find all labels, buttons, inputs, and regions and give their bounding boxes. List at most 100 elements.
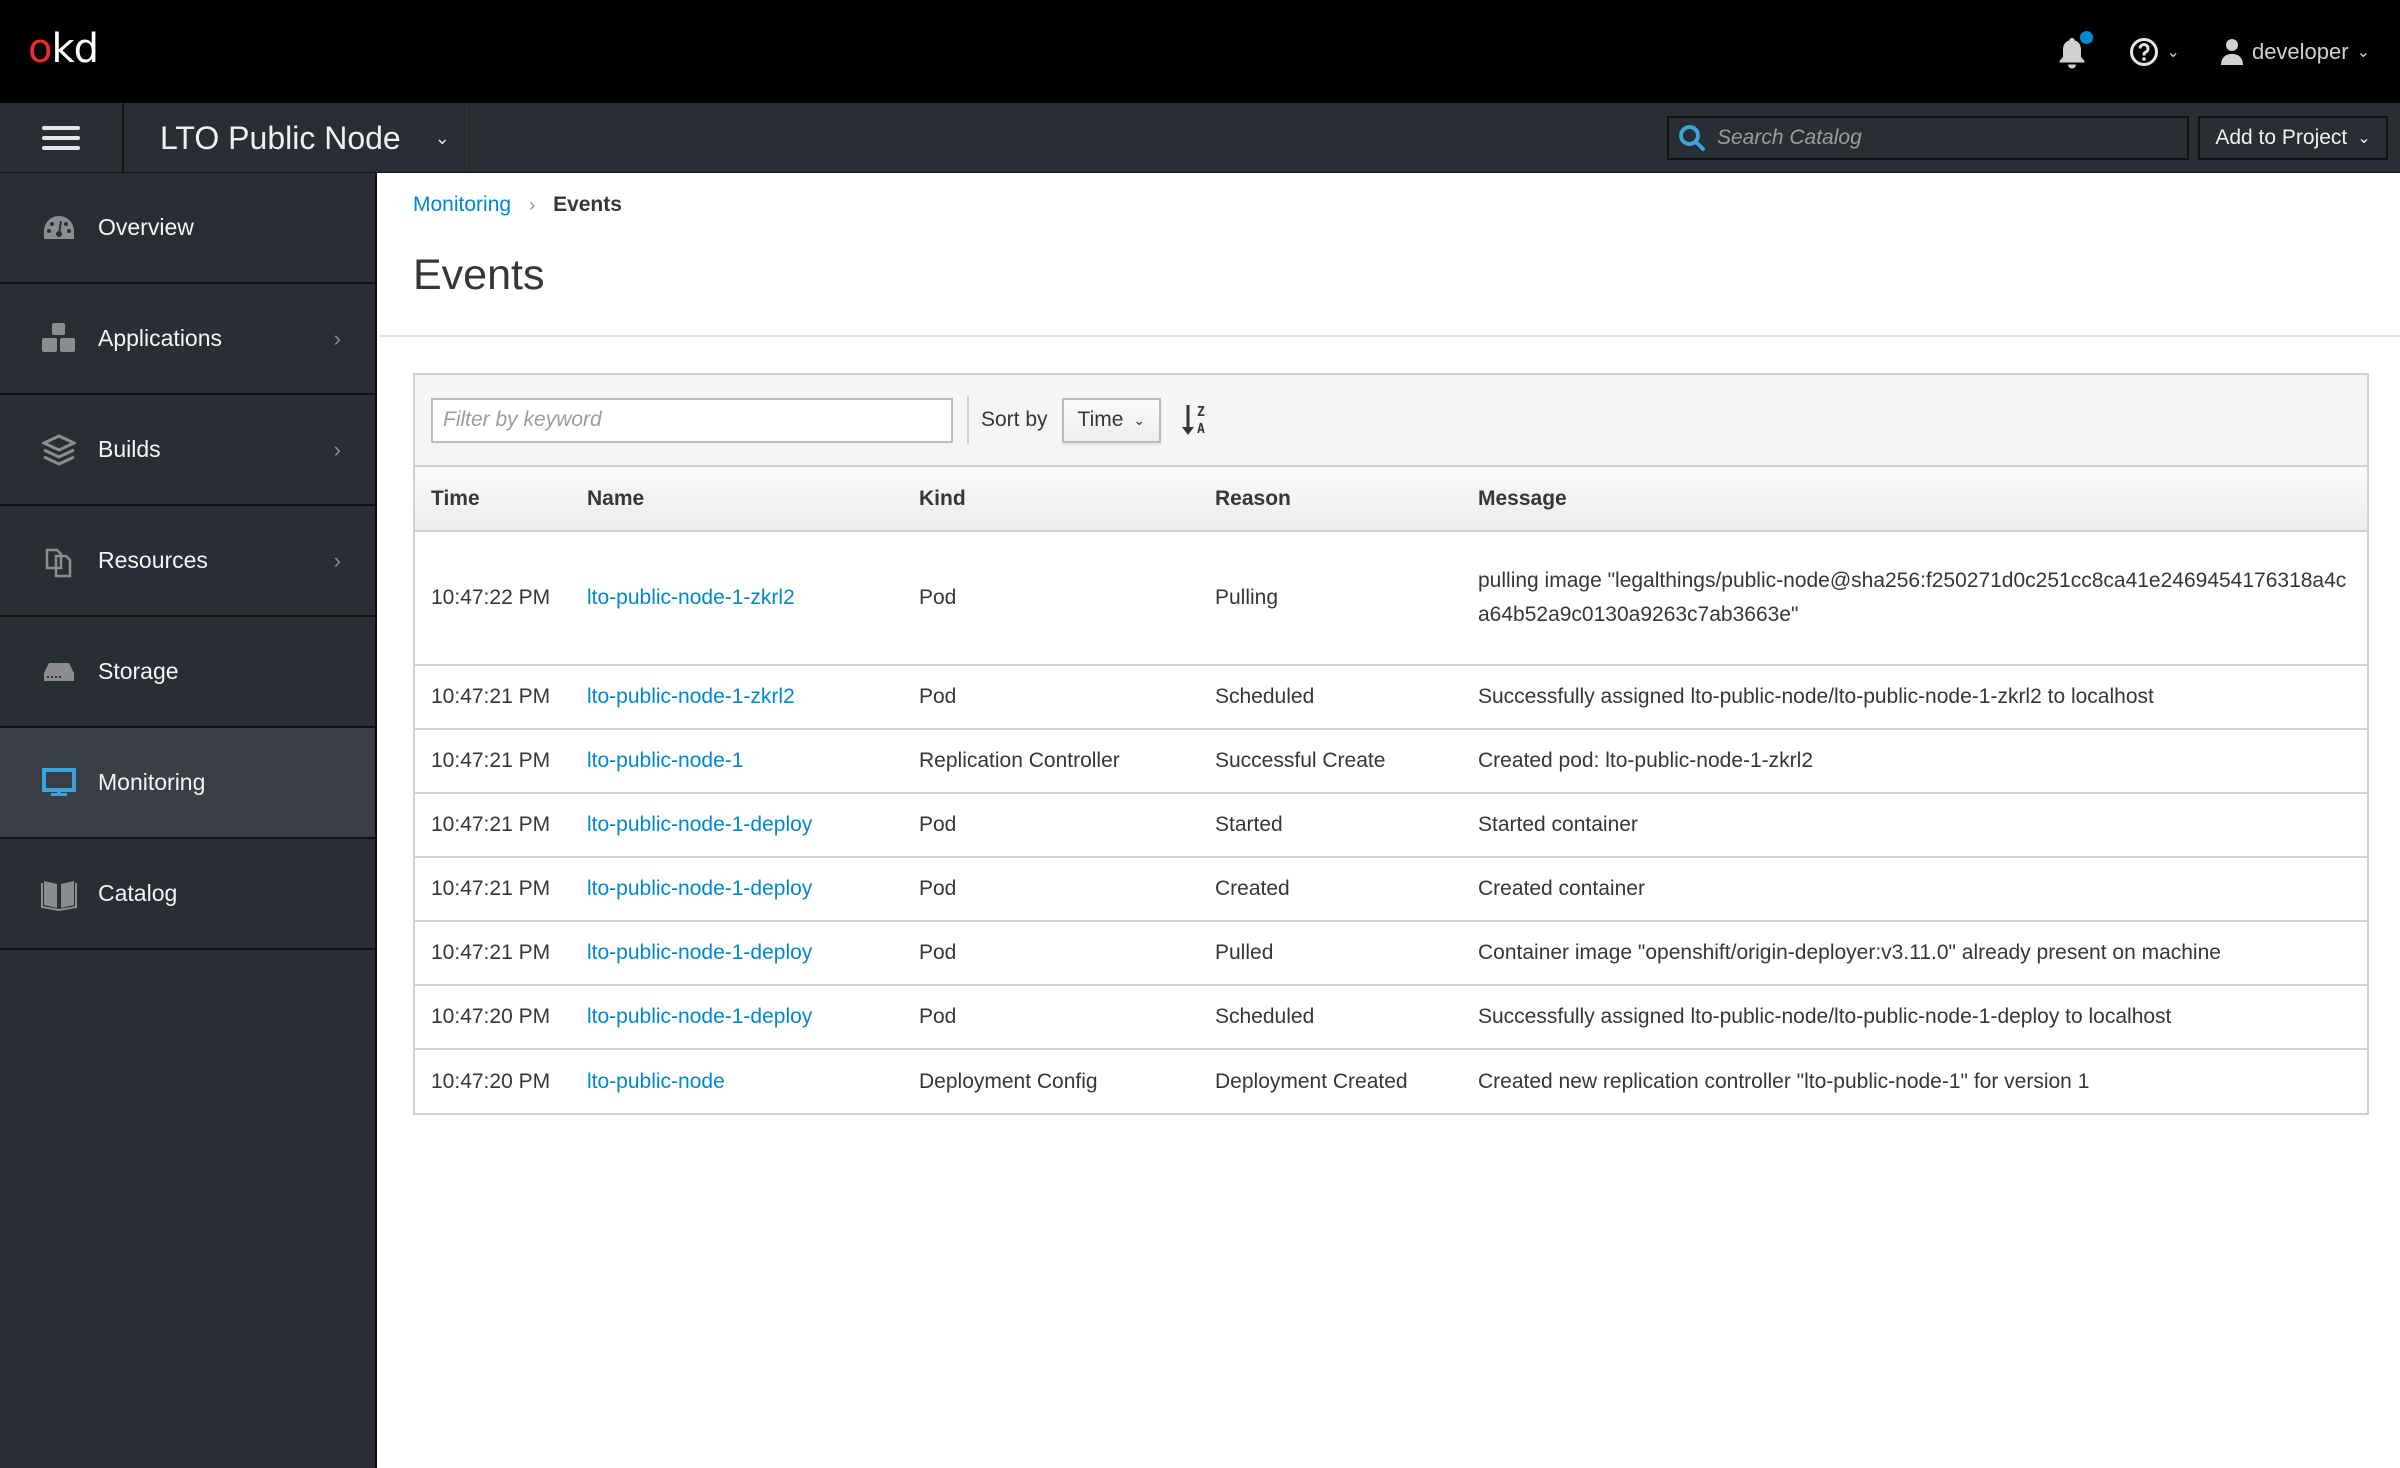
add-to-project-button[interactable]: Add to Project ⌄ xyxy=(2198,116,2388,160)
events-table: Time Name Kind Reason Message 10:47:22 P… xyxy=(415,467,2367,1113)
masthead: okd ⌄ developer ⌄ xyxy=(0,0,2400,103)
event-reason: Scheduled xyxy=(1199,985,1462,1050)
events-panel: Sort by Time ⌄ Z A Time Na xyxy=(413,373,2369,1115)
event-name-link[interactable]: lto-public-node-1-zkrl2 xyxy=(587,586,795,609)
sidebar-nav: Overview Applications › Builds › Resourc… xyxy=(0,173,377,1468)
sidebar-item-label: Storage xyxy=(98,658,179,684)
breadcrumb-separator: › xyxy=(529,194,536,215)
user-icon xyxy=(2220,38,2243,65)
event-name-link[interactable]: lto-public-node-1-deploy xyxy=(587,1005,812,1028)
sidebar-item-builds[interactable]: Builds › xyxy=(0,395,375,506)
storage-icon xyxy=(40,653,78,691)
search-icon xyxy=(1679,125,1705,151)
event-kind: Pod xyxy=(903,985,1199,1050)
event-name-link[interactable]: lto-public-node-1-zkrl2 xyxy=(587,685,795,708)
event-kind: Pod xyxy=(903,665,1199,730)
chevron-right-icon: › xyxy=(333,325,341,351)
column-header-name: Name xyxy=(571,467,903,532)
event-kind: Deployment Config xyxy=(919,1069,1098,1093)
event-message: Container image "openshift/origin-deploy… xyxy=(1462,921,2367,986)
event-time: 10:47:20 PM xyxy=(431,1069,551,1093)
sidebar-item-overview[interactable]: Overview xyxy=(0,173,375,284)
project-name: LTO Public Node xyxy=(160,119,401,156)
sidebar-item-label: Builds xyxy=(98,436,161,462)
chevron-down-icon: ⌄ xyxy=(2166,43,2180,61)
event-time: 10:47:21 PM xyxy=(415,729,571,794)
event-reason: Deployment Created xyxy=(1215,1069,1408,1093)
table-row: 10:47:21 PM lto-public-node-1-deploy Pod… xyxy=(415,857,2367,922)
notifications-button[interactable] xyxy=(2055,30,2093,69)
help-icon xyxy=(2129,37,2158,66)
column-header-reason: Reason xyxy=(1199,467,1462,532)
event-time: 10:47:20 PM xyxy=(415,985,571,1050)
event-name-link[interactable]: lto-public-node-1 xyxy=(587,749,743,772)
event-time: 10:47:21 PM xyxy=(415,921,571,986)
toolbar-divider xyxy=(967,396,969,444)
event-name-link[interactable]: lto-public-node-1-deploy xyxy=(587,941,812,964)
build-layers-icon xyxy=(40,431,78,469)
search-catalog xyxy=(1667,116,2189,160)
user-menu[interactable]: developer ⌄ xyxy=(2220,38,2370,66)
event-reason: Scheduled xyxy=(1199,665,1462,730)
event-reason: Pulled xyxy=(1199,921,1462,986)
sidebar-item-applications[interactable]: Applications › xyxy=(0,284,375,395)
table-row: 10:47:21 PM lto-public-node-1-deploy Pod… xyxy=(415,921,2367,986)
event-message: pulling image "legalthings/public-node@s… xyxy=(1462,531,2367,666)
table-row: 10:47:20 PM lto-public-node Deployment C… xyxy=(415,1049,2367,1113)
help-menu[interactable]: ⌄ xyxy=(2129,37,2180,67)
event-message: Successfully assigned lto-public-node/lt… xyxy=(1462,985,2367,1050)
chevron-right-icon: › xyxy=(333,547,341,573)
event-name-link[interactable]: lto-public-node xyxy=(587,1070,725,1093)
sidebar-item-label: Applications xyxy=(98,325,223,351)
event-name-link[interactable]: lto-public-node-1-deploy xyxy=(587,813,812,836)
event-name-link[interactable]: lto-public-node-1-deploy xyxy=(587,877,812,900)
column-header-kind: Kind xyxy=(903,467,1199,532)
sidebar-item-monitoring[interactable]: Monitoring xyxy=(0,728,375,839)
event-time: 10:47:21 PM xyxy=(415,857,571,922)
table-header-row: Time Name Kind Reason Message xyxy=(415,467,2367,532)
event-message: Successfully assigned lto-public-node/lt… xyxy=(1462,665,2367,730)
sidebar-item-label: Resources xyxy=(98,547,208,573)
filter-keyword-input[interactable] xyxy=(431,397,953,443)
table-row: 10:47:20 PM lto-public-node-1-deploy Pod… xyxy=(415,985,2367,1050)
chevron-down-icon: ⌄ xyxy=(2356,43,2370,61)
table-row: 10:47:22 PM lto-public-node-1-zkrl2 Pod … xyxy=(415,531,2367,666)
sidebar-item-resources[interactable]: Resources › xyxy=(0,506,375,617)
events-toolbar: Sort by Time ⌄ Z A xyxy=(415,375,2367,467)
monitor-icon xyxy=(40,764,78,802)
chevron-right-icon: › xyxy=(333,436,341,462)
event-message: Created new replication controller "lto-… xyxy=(1478,1069,2090,1093)
sidebar-item-label: Monitoring xyxy=(98,769,206,795)
catalog-book-icon xyxy=(40,875,78,913)
sidebar-item-label: Catalog xyxy=(98,880,178,906)
table-row: 10:47:21 PM lto-public-node-1-deploy Pod… xyxy=(415,793,2367,858)
okd-logo[interactable]: okd xyxy=(28,26,99,72)
project-bar: LTO Public Node ⌄ Add to Project ⌄ xyxy=(0,103,2400,173)
page-title: Events xyxy=(413,251,545,299)
chevron-down-icon: ⌄ xyxy=(434,127,450,148)
event-kind: Pod xyxy=(903,921,1199,986)
sort-direction-button[interactable]: Z A xyxy=(1181,402,1211,438)
breadcrumb-monitoring-link[interactable]: Monitoring xyxy=(413,193,511,217)
event-time: 10:47:21 PM xyxy=(415,793,571,858)
event-message: Created pod: lto-public-node-1-zkrl2 xyxy=(1462,729,2367,794)
search-catalog-input[interactable] xyxy=(1717,126,2177,150)
sidebar-item-catalog[interactable]: Catalog xyxy=(0,839,375,950)
table-row: 10:47:21 PM lto-public-node-1-zkrl2 Pod … xyxy=(415,665,2367,730)
nav-toggle-button[interactable] xyxy=(0,103,124,173)
event-kind: Pod xyxy=(903,857,1199,922)
username: developer xyxy=(2251,38,2349,64)
sidebar-item-storage[interactable]: Storage xyxy=(0,617,375,728)
cubes-icon xyxy=(40,320,78,358)
event-time: 10:47:22 PM xyxy=(415,531,571,666)
sort-field-dropdown[interactable]: Time ⌄ xyxy=(1061,397,1162,443)
event-kind: Replication Controller xyxy=(903,729,1199,794)
header-divider xyxy=(379,335,2400,337)
event-reason: Created xyxy=(1199,857,1462,922)
sidebar-item-label: Overview xyxy=(98,214,194,240)
sort-by-label: Sort by xyxy=(981,408,1048,431)
event-message: Started container xyxy=(1462,793,2367,858)
resources-icon xyxy=(40,542,78,580)
event-time: 10:47:21 PM xyxy=(415,665,571,730)
project-selector[interactable]: LTO Public Node ⌄ xyxy=(124,103,470,173)
